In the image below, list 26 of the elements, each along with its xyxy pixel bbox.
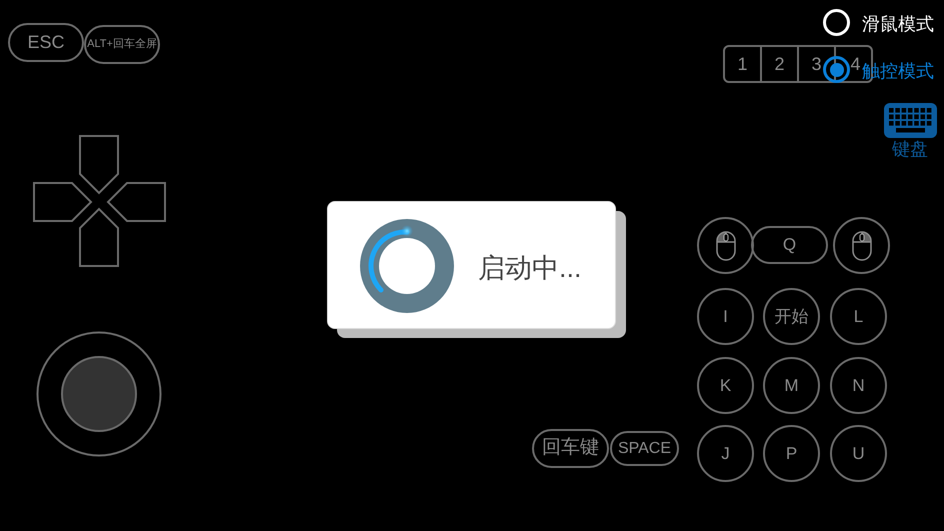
mode-label: 触控模式 <box>862 60 934 83</box>
slot-tab[interactable]: 4 <box>850 55 860 73</box>
spinner-icon <box>359 218 455 314</box>
key-button[interactable]: SPACE <box>610 431 679 466</box>
slot-tab[interactable]: 1 <box>737 55 748 73</box>
key-button[interactable]: N <box>830 357 887 414</box>
key-button[interactable]: 回车键 <box>532 429 609 468</box>
key-button[interactable]: K <box>697 357 754 414</box>
radio-button[interactable] <box>823 56 850 83</box>
slot-tab[interactable]: 2 <box>774 55 784 73</box>
key-button[interactable]: Q <box>751 226 828 264</box>
key-button[interactable]: 开始 <box>763 288 820 345</box>
key-button[interactable]: U <box>830 425 887 482</box>
keyboard-icon <box>884 103 937 138</box>
loading-message: 启动中... <box>478 252 582 285</box>
key-button[interactable]: J <box>697 425 754 482</box>
right-click-button[interactable] <box>833 217 890 274</box>
key-button[interactable]: ALT+回车全屏 <box>84 25 160 64</box>
slot-tab[interactable]: 3 <box>811 55 822 73</box>
key-button[interactable]: M <box>763 357 820 414</box>
key-button[interactable]: I <box>697 288 754 345</box>
left-click-button[interactable] <box>697 217 754 274</box>
key-button[interactable]: P <box>763 425 820 482</box>
mode-label: 滑鼠模式 <box>862 13 934 36</box>
key-button[interactable]: ESC <box>8 23 84 62</box>
key-button[interactable]: L <box>830 288 887 345</box>
